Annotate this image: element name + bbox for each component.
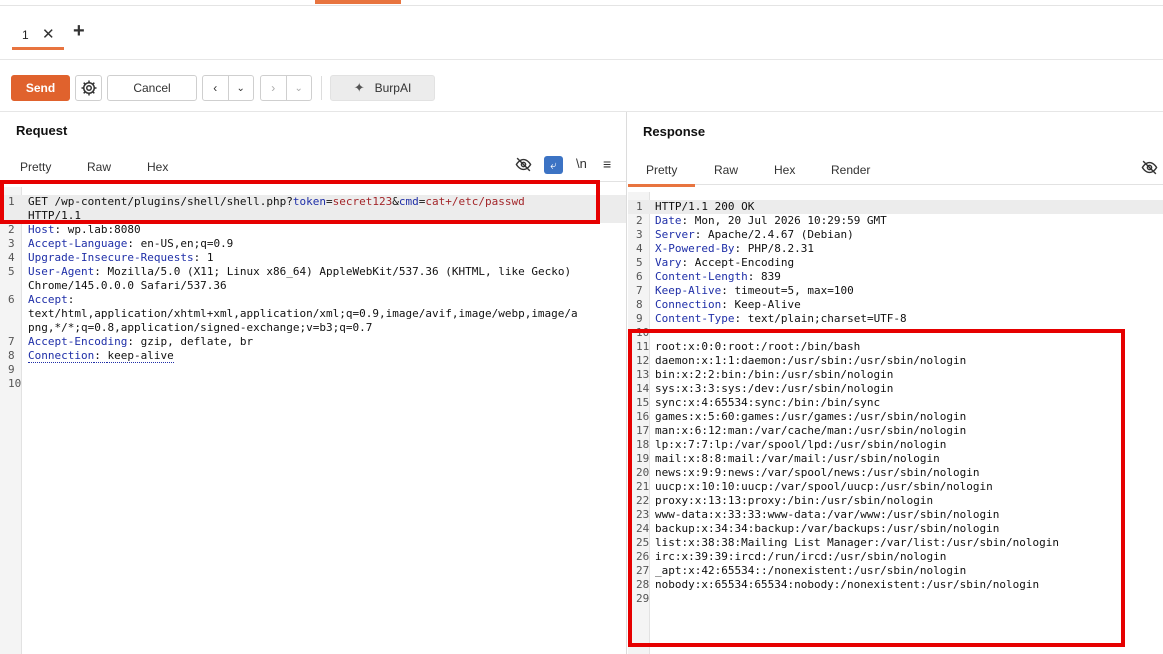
chevron-left-icon[interactable]: ‹ [203, 76, 228, 100]
empty-line: 9 [8, 363, 15, 376]
header-line: 8 Connection: Keep-Alive [636, 298, 801, 311]
header-line: 4 Upgrade-Insecure-Requests: 1 [8, 251, 214, 264]
hide-icon[interactable] [515, 156, 532, 176]
hide-icon[interactable] [1141, 159, 1158, 179]
back-button-group[interactable]: ‹ ⌄ [202, 75, 254, 101]
burp-ai-label: BurpAI [374, 81, 412, 95]
header-line: 2 Date: Mon, 20 Jul 2026 10:29:59 GMT [636, 214, 887, 227]
toolbar-divider [321, 76, 322, 100]
chevron-down-icon[interactable]: ⌄ [285, 76, 312, 100]
sparkle-icon: ✦ [353, 80, 365, 95]
header-line: 5 User-Agent: Mozilla/5.0 (X11; Linux x8… [8, 265, 572, 278]
request-title: Request [16, 123, 68, 138]
close-icon[interactable]: ✕ [42, 25, 55, 43]
wrap-lines-icon[interactable]: ⤶ [544, 156, 563, 174]
empty-line: 10 [8, 377, 22, 390]
burp-ai-button[interactable]: ✦ BurpAI [330, 75, 435, 101]
header-line: png,*/*;q=0.8,application/signed-exchang… [28, 321, 373, 334]
gear-icon [81, 80, 96, 96]
status-line: 1 HTTP/1.1 200 OK [628, 200, 1163, 214]
tab-label: 1 [22, 28, 29, 42]
header-line: 9 Content-Type: text/plain;charset=UTF-8 [636, 312, 907, 325]
header-line: 3 Server: Apache/2.4.67 (Debian) [636, 228, 854, 241]
header-line: 7 Keep-Alive: timeout=5, max=100 [636, 284, 854, 297]
response-title: Response [643, 124, 706, 139]
add-tab-icon[interactable]: + [73, 20, 85, 43]
tab-render[interactable]: Render [831, 163, 870, 183]
newline-toggle[interactable]: \n [576, 156, 587, 171]
request-view-tabs: Pretty Raw Hex ⤶ \n ≡ [0, 154, 626, 184]
chevron-down-icon[interactable]: ⌄ [227, 76, 254, 100]
header-line: 7 Accept-Encoding: gzip, deflate, br [8, 335, 254, 348]
header-line: 6 Accept: [8, 293, 75, 306]
header-line: 2 Host: wp.lab:8080 [8, 223, 141, 236]
header-line: 3 Accept-Language: en-US,en;q=0.9 [8, 237, 234, 250]
header-line: 8 Connection: keep-alive [8, 349, 174, 363]
request-editor[interactable]: 1 GET /wp-content/plugins/shell/shell.ph… [0, 187, 626, 654]
active-module-indicator [315, 0, 401, 4]
forward-button-group[interactable]: › ⌄ [260, 75, 312, 101]
highlight-box-request [0, 180, 600, 224]
tab-hex[interactable]: Hex [774, 163, 795, 183]
tab-hex[interactable]: Hex [147, 160, 168, 180]
tab-pretty[interactable]: Pretty [628, 163, 696, 187]
settings-button[interactable] [75, 75, 102, 101]
header-line: Chrome/145.0.0.0 Safari/537.36 [28, 279, 227, 292]
highlight-box-response [628, 329, 1125, 647]
tab-bar: 1 ✕ + [0, 6, 1163, 60]
chevron-right-icon[interactable]: › [261, 76, 286, 100]
response-view-tabs: Pretty Raw Hex Render [628, 157, 1163, 187]
tab-raw[interactable]: Raw [87, 160, 111, 180]
toolbar: Send Cancel ‹ ⌄ › ⌄ ✦ BurpAI [0, 60, 1163, 112]
tab-raw[interactable]: Raw [714, 163, 738, 183]
cancel-button[interactable]: Cancel [107, 75, 197, 101]
menu-icon[interactable]: ≡ [603, 156, 611, 172]
send-button[interactable]: Send [11, 75, 70, 101]
header-line: 5 Vary: Accept-Encoding [636, 256, 795, 269]
tab-1[interactable]: 1 ✕ [12, 20, 64, 50]
header-line: 6 Content-Length: 839 [636, 270, 781, 283]
header-line: text/html,application/xhtml+xml,applicat… [28, 307, 578, 320]
header-line: 4 X-Powered-By: PHP/8.2.31 [636, 242, 814, 255]
